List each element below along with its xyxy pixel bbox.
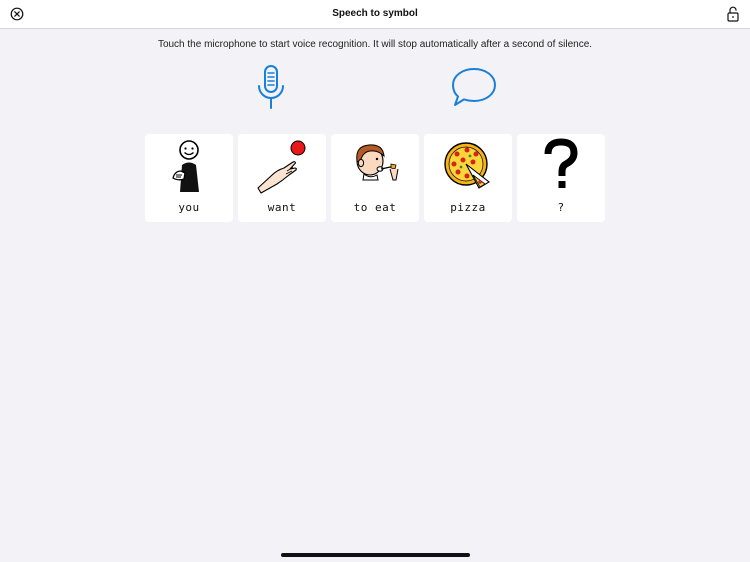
symbol-card-label: ?: [557, 201, 565, 214]
home-indicator[interactable]: [281, 553, 470, 557]
question-mark-icon: [544, 138, 578, 188]
pizza-icon: [444, 142, 490, 189]
lock-button[interactable]: [726, 6, 740, 22]
boy-eating-icon: [356, 144, 399, 181]
lock-icon: [727, 6, 739, 22]
symbol-card-label: you: [178, 201, 200, 214]
symbol-card-to-eat[interactable]: to eat: [331, 134, 419, 222]
microphone-icon: [258, 65, 284, 109]
instruction-text: Touch the microphone to start voice reco…: [157, 39, 593, 50]
speech-bubble-icon: [452, 68, 496, 106]
symbol-card-pizza[interactable]: pizza: [424, 134, 512, 222]
symbol-card-want[interactable]: want: [238, 134, 326, 222]
speak-button[interactable]: [449, 66, 499, 108]
symbol-strip: you want to eat pizza ?: [145, 134, 615, 222]
symbol-card-label: pizza: [450, 201, 486, 214]
page-title: Speech to symbol: [332, 8, 418, 19]
symbol-card-you[interactable]: you: [145, 134, 233, 222]
navigation-bar: Speech to symbol: [0, 0, 750, 29]
person-pointing-icon: [172, 140, 199, 192]
symbol-card-question[interactable]: ?: [517, 134, 605, 222]
microphone-button[interactable]: [254, 64, 288, 112]
hand-reaching-icon: [257, 140, 306, 194]
symbol-card-label: to eat: [353, 201, 397, 214]
symbol-card-label: want: [267, 201, 297, 214]
